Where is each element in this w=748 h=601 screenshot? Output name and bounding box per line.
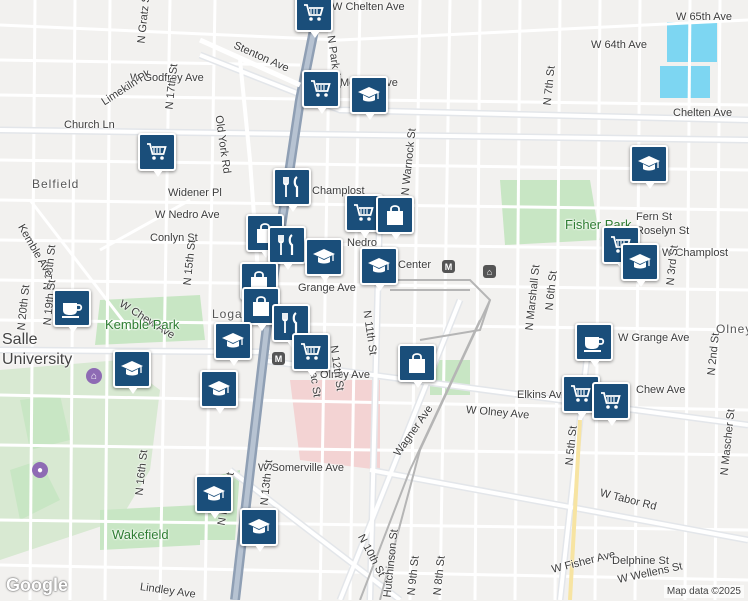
street-label: Fern St <box>636 211 673 223</box>
restaurant-icon <box>283 176 299 197</box>
street-label: Chew Ave <box>636 384 686 396</box>
street-label: W 64th Ave <box>591 39 648 51</box>
street-label: Chelten Ave <box>673 107 733 119</box>
map-attribution: Map data ©2025 <box>663 585 744 598</box>
shopping-cart-marker[interactable] <box>592 382 630 426</box>
shopping-cart-icon <box>304 4 324 21</box>
school-marker[interactable] <box>113 350 151 394</box>
school-marker[interactable] <box>214 322 252 366</box>
shopping-cart-icon <box>354 204 374 221</box>
shopping-cart-icon <box>571 385 591 402</box>
street-label: W Grange Ave <box>618 332 690 344</box>
street-label: W 65th Ave <box>676 11 733 23</box>
school-icon <box>208 381 230 396</box>
street-label: Grange Ave <box>298 282 356 294</box>
school-icon <box>222 333 244 348</box>
street-label: Widener Pl <box>168 187 222 199</box>
street-label: Olney Ave <box>320 369 370 381</box>
school-icon <box>629 254 651 269</box>
shopping-cart-icon <box>601 392 621 409</box>
shopping-cart-marker[interactable] <box>292 333 330 377</box>
park-label: Kemble Park <box>105 317 180 332</box>
shopping-bag-marker[interactable] <box>398 344 436 388</box>
coffee-icon <box>62 303 83 318</box>
school-marker[interactable] <box>240 508 278 552</box>
place-label: University <box>2 351 73 368</box>
reservoir-water <box>660 66 710 98</box>
shopping-bag-icon <box>387 205 403 225</box>
street-label: Roselyn St <box>636 225 690 237</box>
school-icon <box>121 361 143 376</box>
train-station-icon[interactable]: ⌂ <box>483 265 496 278</box>
shopping-bag-icon <box>409 353 425 373</box>
shopping-cart-marker[interactable] <box>138 133 176 177</box>
street-label: W Nedro Ave <box>155 209 220 221</box>
shopping-cart-icon <box>147 143 167 160</box>
coffee-marker[interactable] <box>53 289 91 333</box>
restaurant-icon <box>278 234 294 255</box>
google-logo: Google <box>6 575 68 595</box>
street-label: Church Ln <box>64 119 115 131</box>
school-icon <box>638 156 660 171</box>
neighborhood-label: Belfield <box>32 177 80 191</box>
school-marker[interactable] <box>360 247 398 291</box>
school-icon <box>368 258 390 273</box>
school-marker[interactable] <box>621 243 659 287</box>
reservoir-water <box>667 22 717 62</box>
shopping-cart-marker[interactable] <box>302 70 340 114</box>
school-marker[interactable] <box>195 475 233 519</box>
school-marker[interactable] <box>200 370 238 414</box>
school-icon <box>203 486 225 501</box>
shopping-bag-icon <box>253 296 269 316</box>
campus-area <box>290 380 380 470</box>
neighborhood-label: Olney <box>716 322 748 336</box>
shopping-cart-icon <box>301 343 321 360</box>
coffee-marker[interactable] <box>575 323 613 367</box>
neighborhood-label: Wakefield <box>112 527 169 542</box>
restaurant-icon <box>282 312 298 333</box>
museum-icon[interactable]: ⌂ <box>86 368 102 384</box>
school-marker[interactable] <box>305 238 343 282</box>
restaurant-marker[interactable] <box>268 226 306 270</box>
shopping-cart-marker[interactable] <box>295 0 333 38</box>
school-icon <box>248 519 270 534</box>
school-marker[interactable] <box>350 76 388 120</box>
school-icon <box>358 87 380 102</box>
school-icon <box>313 249 335 264</box>
street-label: W Chelten Ave <box>332 1 405 13</box>
place-label: Salle <box>2 331 38 348</box>
school-marker[interactable] <box>630 145 668 189</box>
subway-station-icon[interactable]: M <box>272 352 285 365</box>
shopping-bag-marker[interactable] <box>376 196 414 240</box>
coffee-icon <box>584 337 605 352</box>
street-label: Center <box>398 259 432 271</box>
restaurant-marker[interactable] <box>273 168 311 212</box>
fisher-park-area <box>500 180 600 245</box>
university-icon[interactable]: ● <box>32 462 48 478</box>
shopping-cart-icon <box>311 80 331 97</box>
subway-station-icon[interactable]: M <box>442 260 455 273</box>
street-label: Elkins Ave <box>517 389 568 401</box>
